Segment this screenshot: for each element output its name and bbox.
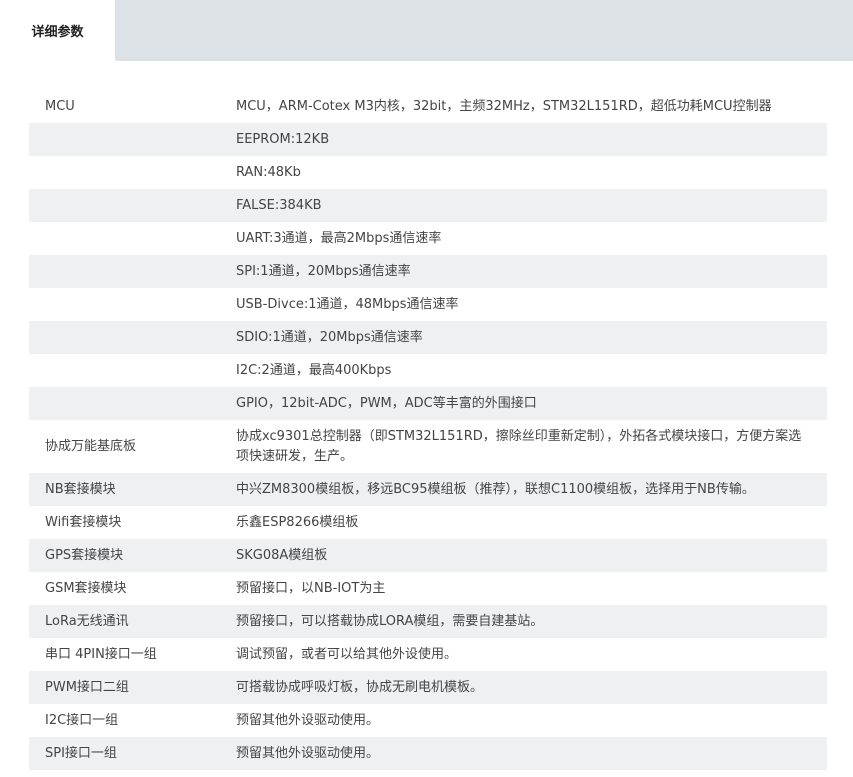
- table-row: I2C:2通道，最高400Kbps: [29, 354, 827, 387]
- spec-value: 预留其他外设驱动使用。: [236, 737, 827, 770]
- spec-key: GSM套接模块: [45, 580, 127, 596]
- table-row: Wifi套接模块 乐鑫ESP8266模组板: [29, 506, 827, 539]
- spec-value: EEPROM:12KB: [236, 123, 827, 156]
- tab-detail-params[interactable]: 详细参数: [0, 0, 115, 61]
- spec-key: LoRa无线通讯: [29, 605, 236, 638]
- spec-key: [29, 123, 236, 156]
- table-row: PWM接口二组 可搭载协成呼吸灯板，协成无刷电机模板。: [29, 671, 827, 704]
- table-row: GSM套接模块 预留接口，以NB-IOT为主: [29, 572, 827, 605]
- spec-value: RAN:48Kb: [236, 164, 301, 180]
- spec-key: MCU: [45, 98, 75, 114]
- spec-value: SKG08A模组板: [236, 539, 827, 572]
- tab-bar: 详细参数: [0, 0, 853, 61]
- table-row: GPIO，12bit-ADC，PWM，ADC等丰富的外围接口: [29, 387, 827, 420]
- spec-panel: MCU MCU，ARM-Cotex M3内核，32bit，主频32MHz，STM…: [0, 61, 853, 777]
- spec-key: PWM接口二组: [29, 671, 236, 704]
- table-row: USB-Divce:1通道，48Mbps通信速率: [29, 288, 827, 321]
- spec-value: 预留接口，可以搭载协成LORA模组，需要自建基站。: [236, 605, 827, 638]
- table-row: FALSE:384KB: [29, 189, 827, 222]
- spec-value: USB-Divce:1通道，48Mbps通信速率: [236, 296, 459, 312]
- spec-key: [29, 189, 236, 222]
- spec-value: 可搭载协成呼吸灯板，协成无刷电机模板。: [236, 671, 827, 704]
- table-row: SPI:1通道，20Mbps通信速率: [29, 255, 827, 288]
- spec-value: 协成xc9301总控制器（即STM32L151RD，擦除丝印重新定制），外拓各式…: [236, 428, 802, 464]
- spec-key: 串口 4PIN接口一组: [45, 646, 157, 662]
- spec-value: 预留接口，以NB-IOT为主: [236, 580, 386, 596]
- table-row: GPS套接模块 SKG08A模组板: [29, 539, 827, 572]
- spec-value: SDIO:1通道，20Mbps通信速率: [236, 321, 827, 354]
- table-row: MCU MCU，ARM-Cotex M3内核，32bit，主频32MHz，STM…: [29, 90, 827, 123]
- spec-value: 乐鑫ESP8266模组板: [236, 514, 359, 530]
- spec-key: [29, 354, 236, 387]
- table-row: RAN:48Kb: [29, 156, 827, 189]
- spec-value: I2C:2通道，最高400Kbps: [236, 362, 392, 378]
- spec-value: 中兴ZM8300模组板，移远BC95模组板（推荐），联想C1100模组板，选择用…: [236, 473, 827, 506]
- spec-key: I2C接口一组: [45, 712, 119, 728]
- spec-value: 预留其他外设驱动使用。: [236, 712, 380, 728]
- spec-value: GPIO，12bit-ADC，PWM，ADC等丰富的外围接口: [236, 387, 827, 420]
- spec-key: Wifi套接模块: [45, 514, 122, 530]
- spec-value: FALSE:384KB: [236, 189, 827, 222]
- table-row: SDIO:1通道，20Mbps通信速率: [29, 321, 827, 354]
- spec-key: [29, 255, 236, 288]
- spec-table: MCU MCU，ARM-Cotex M3内核，32bit，主频32MHz，STM…: [29, 90, 827, 770]
- spec-value: MCU，ARM-Cotex M3内核，32bit，主频32MHz，STM32L1…: [236, 98, 772, 114]
- table-row: SPI接口一组 预留其他外设驱动使用。: [29, 737, 827, 770]
- spec-key: [29, 387, 236, 420]
- spec-key: [29, 321, 236, 354]
- table-row: I2C接口一组 预留其他外设驱动使用。: [29, 704, 827, 737]
- table-row: 协成万能基底板 协成xc9301总控制器（即STM32L151RD，擦除丝印重新…: [29, 420, 827, 473]
- table-row: EEPROM:12KB: [29, 123, 827, 156]
- spec-key: SPI接口一组: [29, 737, 236, 770]
- spec-key: NB套接模块: [29, 473, 236, 506]
- spec-value: UART:3通道，最高2Mbps通信速率: [236, 230, 442, 246]
- table-row: NB套接模块 中兴ZM8300模组板，移远BC95模组板（推荐），联想C1100…: [29, 473, 827, 506]
- spec-key: [29, 222, 236, 255]
- spec-key: [29, 288, 236, 321]
- table-row: 串口 4PIN接口一组 调试预留，或者可以给其他外设使用。: [29, 638, 827, 671]
- spec-value: 调试预留，或者可以给其他外设使用。: [236, 646, 458, 662]
- table-row: LoRa无线通讯 预留接口，可以搭载协成LORA模组，需要自建基站。: [29, 605, 827, 638]
- spec-key: 协成万能基底板: [45, 438, 137, 454]
- spec-key: GPS套接模块: [29, 539, 236, 572]
- spec-value: SPI:1通道，20Mbps通信速率: [236, 255, 827, 288]
- table-row: UART:3通道，最高2Mbps通信速率: [29, 222, 827, 255]
- spec-key: [29, 156, 236, 189]
